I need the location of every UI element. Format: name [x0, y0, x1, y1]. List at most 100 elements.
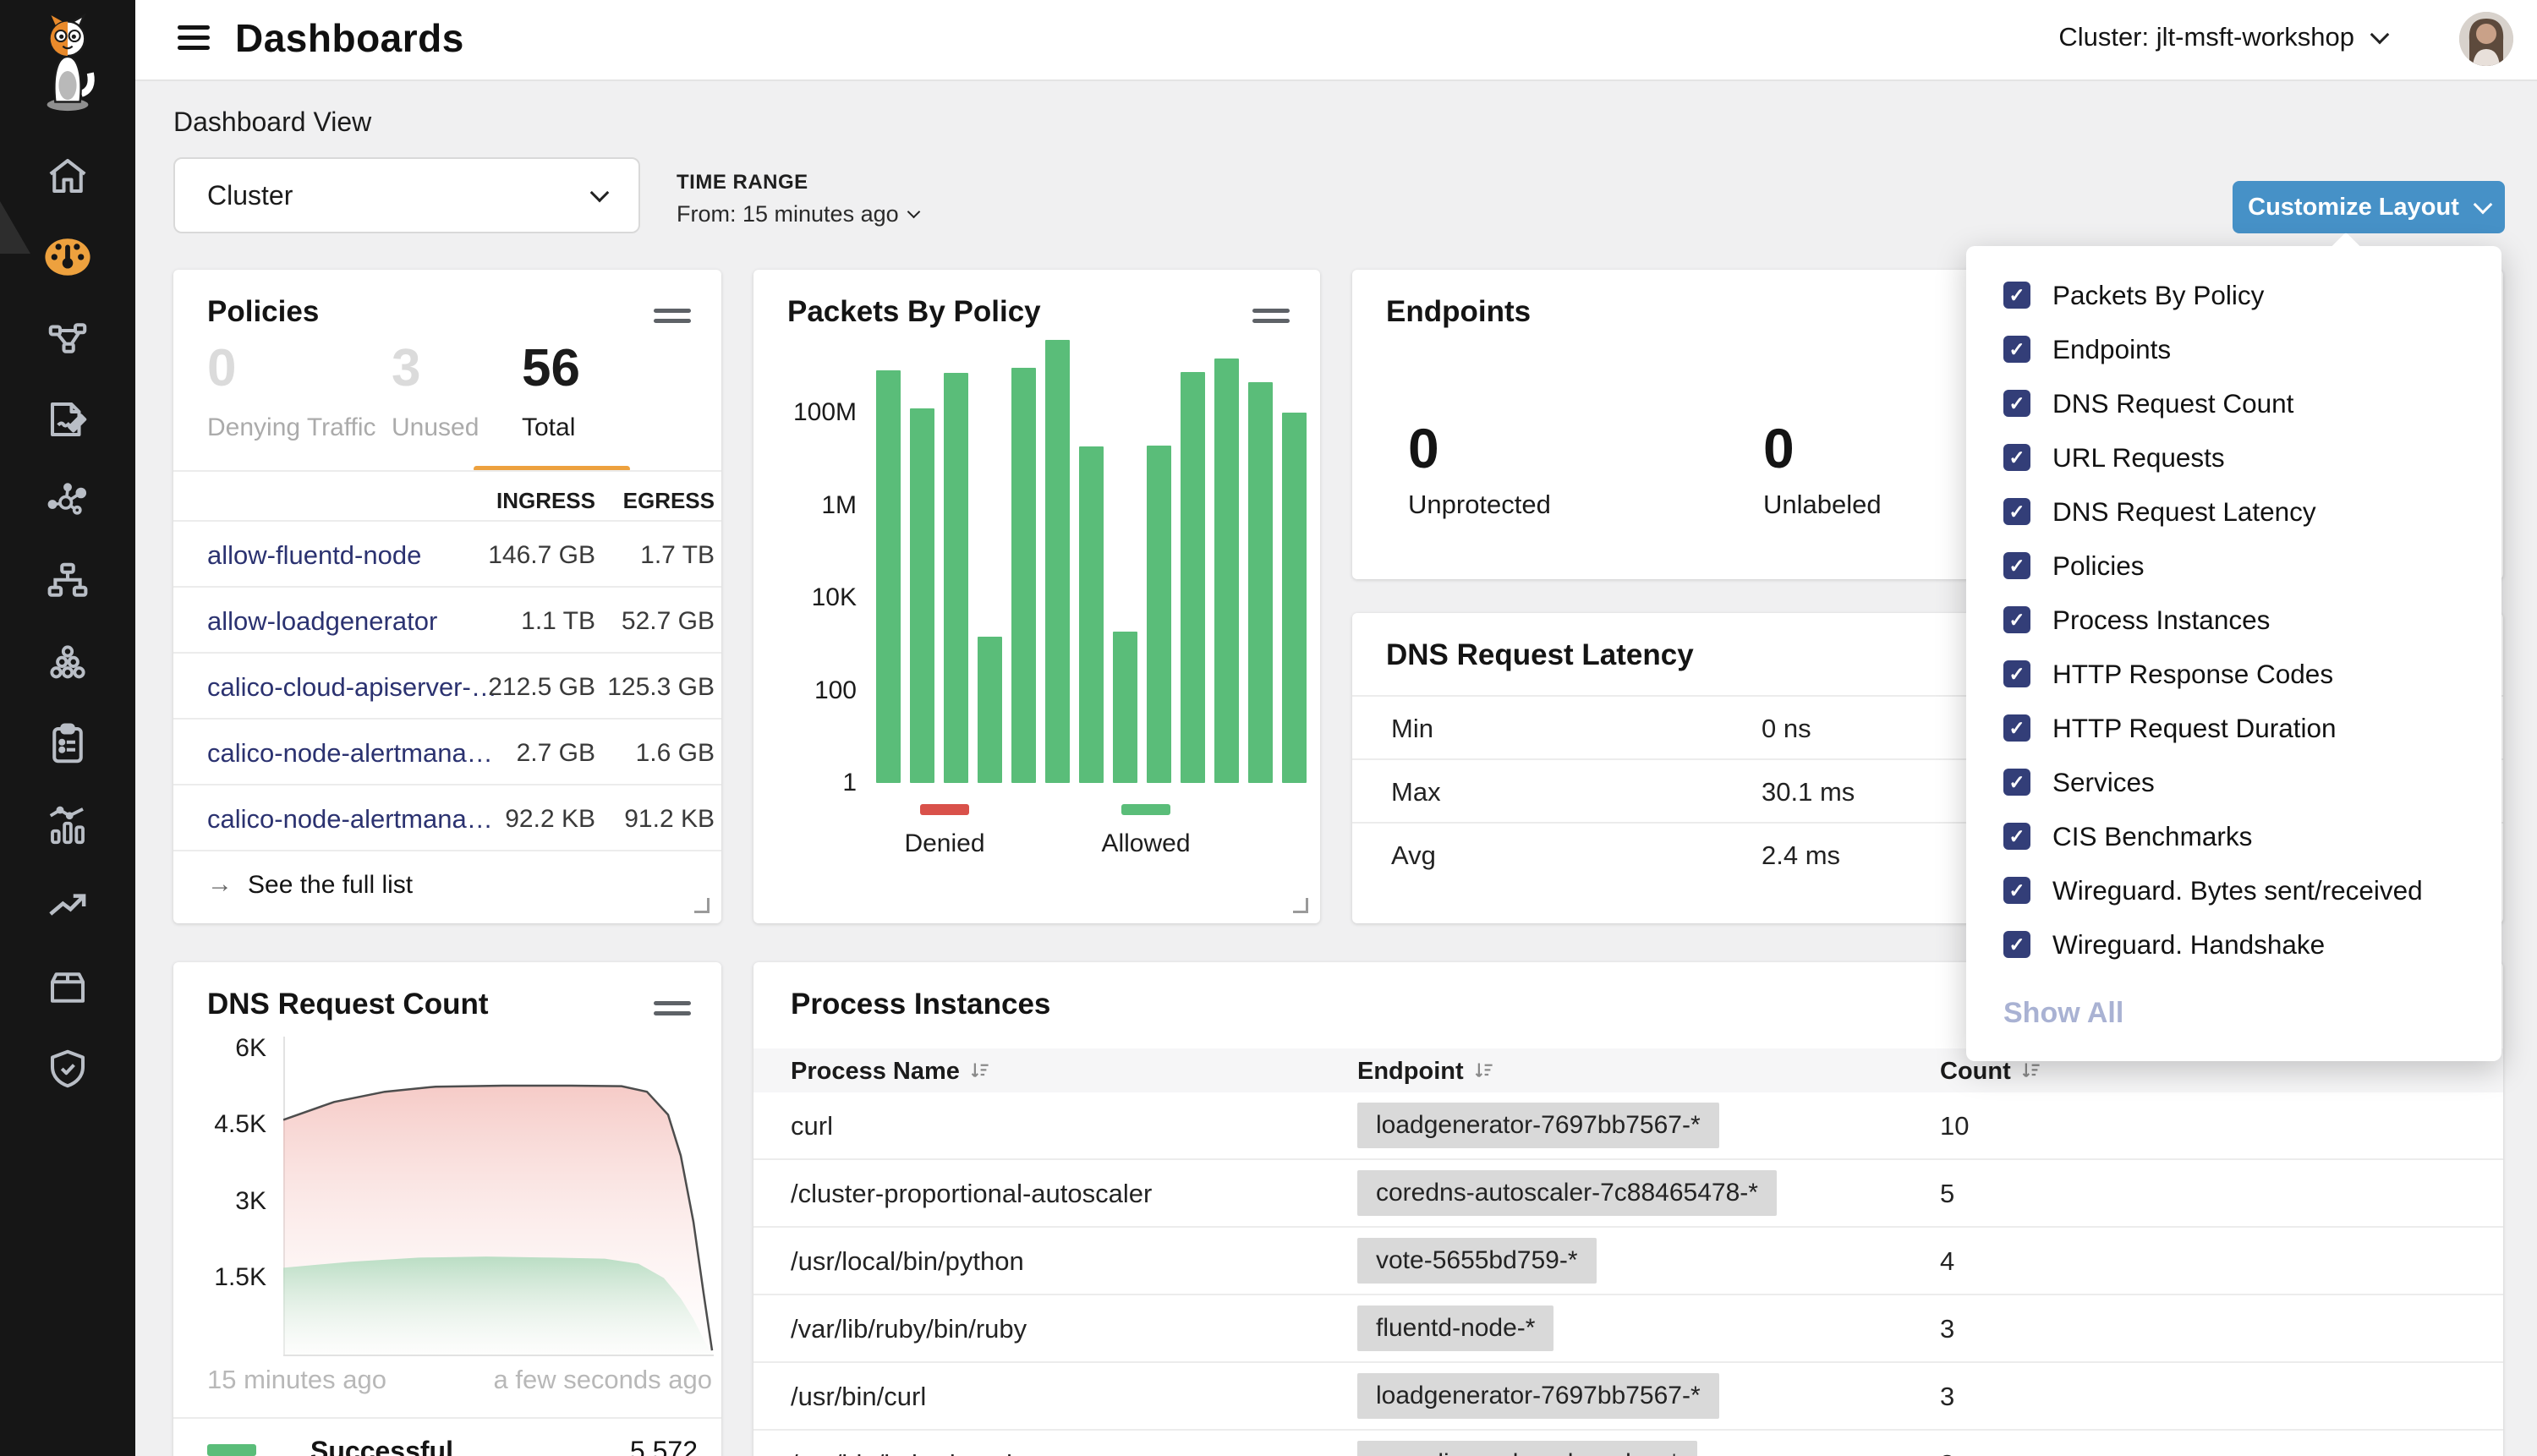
bar-chart	[876, 305, 1309, 783]
sidebar-item-trend[interactable]	[41, 884, 95, 932]
sidebar-item-timeline-stats[interactable]	[41, 803, 95, 851]
allowed-bar[interactable]	[944, 373, 968, 783]
policy-name-link[interactable]: allow-loadgenerator	[207, 606, 437, 637]
checkbox-checked-icon[interactable]: ✓	[2003, 823, 2030, 850]
allowed-bar[interactable]	[1011, 368, 1036, 783]
menu-item-url-requests[interactable]: ✓ URL Requests	[1966, 430, 2501, 484]
policies-card: Policies 0Denying Traffic3Unused56Total …	[173, 270, 721, 923]
process-name: /var/lib/ruby/bin/ruby	[791, 1314, 1027, 1344]
checkbox-checked-icon[interactable]: ✓	[2003, 714, 2030, 742]
dashboard-view-select[interactable]: Cluster	[173, 157, 640, 233]
checkbox-checked-icon[interactable]: ✓	[2003, 552, 2030, 579]
allowed-bar[interactable]	[1079, 446, 1104, 783]
sidebar-item-compliance-clipboard[interactable]	[41, 722, 95, 769]
endpoint-chip[interactable]: coredns-autoscaler-7c88465478-*	[1357, 1170, 1777, 1216]
sidebar-item-service-graph[interactable]	[41, 479, 95, 526]
sidebar-item-home[interactable]	[41, 154, 95, 201]
see-full-list-link[interactable]: →See the full list	[173, 850, 721, 916]
service-graph-icon	[45, 478, 90, 528]
allowed-bar[interactable]	[1248, 382, 1273, 783]
menu-item-wireguard-bytes-sent-received[interactable]: ✓ Wireguard. Bytes sent/received	[1966, 863, 2501, 917]
sidebar-item-dashboard-gauge[interactable]	[41, 235, 95, 282]
drag-handle-icon[interactable]	[654, 309, 691, 329]
menu-item-http-response-codes[interactable]: ✓ HTTP Response Codes	[1966, 647, 2501, 701]
menu-item-endpoints[interactable]: ✓ Endpoints	[1966, 322, 2501, 376]
menu-item-services[interactable]: ✓ Services	[1966, 755, 2501, 809]
checkbox-checked-icon[interactable]: ✓	[2003, 282, 2030, 309]
sidebar-item-topology[interactable]	[41, 560, 95, 607]
menu-item-dns-request-latency[interactable]: ✓ DNS Request Latency	[1966, 484, 2501, 539]
checkbox-checked-icon[interactable]: ✓	[2003, 390, 2030, 417]
dashboard-view-select-value: Cluster	[207, 180, 293, 211]
drag-handle-icon[interactable]	[654, 1001, 691, 1021]
resize-handle[interactable]	[694, 898, 710, 913]
checkbox-checked-icon[interactable]: ✓	[2003, 660, 2030, 687]
endpoint-chip[interactable]: loadgenerator-7697bb7567-*	[1357, 1373, 1719, 1419]
checkbox-checked-icon[interactable]: ✓	[2003, 444, 2030, 471]
time-range-value[interactable]: From: 15 minutes ago	[677, 201, 918, 227]
sidebar-item-package[interactable]	[41, 966, 95, 1013]
allowed-bar[interactable]	[910, 408, 934, 783]
dashboard-view-label: Dashboard View	[173, 107, 371, 138]
policies-stat-total[interactable]: 56Total	[522, 342, 580, 442]
compliance-clipboard-icon	[45, 721, 90, 771]
process-name: curl	[791, 1111, 833, 1141]
endpoint-chip[interactable]: fluentd-node-*	[1357, 1305, 1553, 1351]
policies-stat-denying-traffic[interactable]: 0Denying Traffic	[207, 342, 376, 442]
legend-denied[interactable]: Denied	[880, 804, 1009, 858]
allowed-bar[interactable]	[1147, 446, 1171, 783]
sidebar-item-shield-check[interactable]	[41, 1047, 95, 1094]
menu-item-cis-benchmarks[interactable]: ✓ CIS Benchmarks	[1966, 809, 2501, 863]
menu-item-process-instances[interactable]: ✓ Process Instances	[1966, 593, 2501, 647]
sidebar-item-policy-edit[interactable]	[41, 397, 95, 445]
customize-layout-button[interactable]: Customize Layout	[2233, 181, 2505, 233]
user-avatar[interactable]	[2459, 12, 2513, 66]
y-tick-label: 1M	[753, 491, 857, 520]
resize-handle[interactable]	[1293, 898, 1308, 913]
allowed-bar[interactable]	[978, 637, 1002, 783]
cluster-selector-label: Cluster: jlt-msft-workshop	[2058, 22, 2354, 52]
column-process-name[interactable]: Process Name	[791, 1058, 991, 1089]
menu-item-wireguard-handshake[interactable]: ✓ Wireguard. Handshake	[1966, 917, 2501, 972]
policy-name-link[interactable]: calico-node-alertmana…	[207, 738, 493, 769]
calico-cat-logo[interactable]	[24, 14, 112, 113]
process-row: curl loadgenerator-7697bb7567-* 10	[753, 1092, 2503, 1160]
column-count[interactable]: Count	[1940, 1058, 2042, 1089]
process-count: 3	[1940, 1314, 1954, 1344]
column-endpoint[interactable]: Endpoint	[1357, 1058, 1495, 1089]
allowed-bar[interactable]	[1181, 372, 1205, 783]
policy-name-link[interactable]: calico-node-alertmana…	[207, 804, 493, 835]
endpoint-chip[interactable]: compliance-benchmarker-*	[1357, 1441, 1697, 1456]
process-count: 5	[1940, 1179, 1954, 1209]
legend-allowed[interactable]: Allowed	[1082, 804, 1210, 858]
checkbox-checked-icon[interactable]: ✓	[2003, 498, 2030, 525]
menu-item-packets-by-policy[interactable]: ✓ Packets By Policy	[1966, 268, 2501, 322]
menu-item-http-request-duration[interactable]: ✓ HTTP Request Duration	[1966, 701, 2501, 755]
policy-name-link[interactable]: allow-fluentd-node	[207, 540, 421, 571]
allowed-bar[interactable]	[1282, 413, 1307, 783]
show-all-button[interactable]: Show All	[2003, 997, 2123, 1030]
process-name: /usr/bin/curl	[791, 1382, 926, 1412]
checkbox-checked-icon[interactable]: ✓	[2003, 336, 2030, 363]
endpoint-chip[interactable]: loadgenerator-7697bb7567-*	[1357, 1103, 1719, 1148]
checkbox-checked-icon[interactable]: ✓	[2003, 606, 2030, 633]
policy-ingress-value: 2.7 GB	[517, 739, 595, 768]
sidebar-item-cluster-nodes[interactable]	[41, 641, 95, 688]
endpoint-chip[interactable]: vote-5655bd759-*	[1357, 1238, 1597, 1284]
sidebar-item-network-policy[interactable]	[41, 316, 95, 364]
menu-item-policies[interactable]: ✓ Policies	[1966, 539, 2501, 593]
allowed-bar[interactable]	[876, 370, 901, 783]
checkbox-checked-icon[interactable]: ✓	[2003, 769, 2030, 796]
allowed-bar[interactable]	[1214, 359, 1239, 783]
process-row: /cluster-proportional-autoscaler coredns…	[753, 1160, 2503, 1228]
menu-toggle-icon[interactable]	[178, 25, 210, 56]
menu-item-dns-request-count[interactable]: ✓ DNS Request Count	[1966, 376, 2501, 430]
allowed-bar[interactable]	[1113, 632, 1137, 783]
policy-ingress-value: 212.5 GB	[488, 673, 595, 702]
checkbox-checked-icon[interactable]: ✓	[2003, 877, 2030, 904]
cluster-selector[interactable]: Cluster: jlt-msft-workshop	[2058, 22, 2386, 52]
allowed-bar[interactable]	[1045, 340, 1070, 783]
checkbox-checked-icon[interactable]: ✓	[2003, 931, 2030, 958]
policies-stat-unused[interactable]: 3Unused	[392, 342, 479, 442]
policy-name-link[interactable]: calico-cloud-apiserver-…	[207, 672, 497, 703]
